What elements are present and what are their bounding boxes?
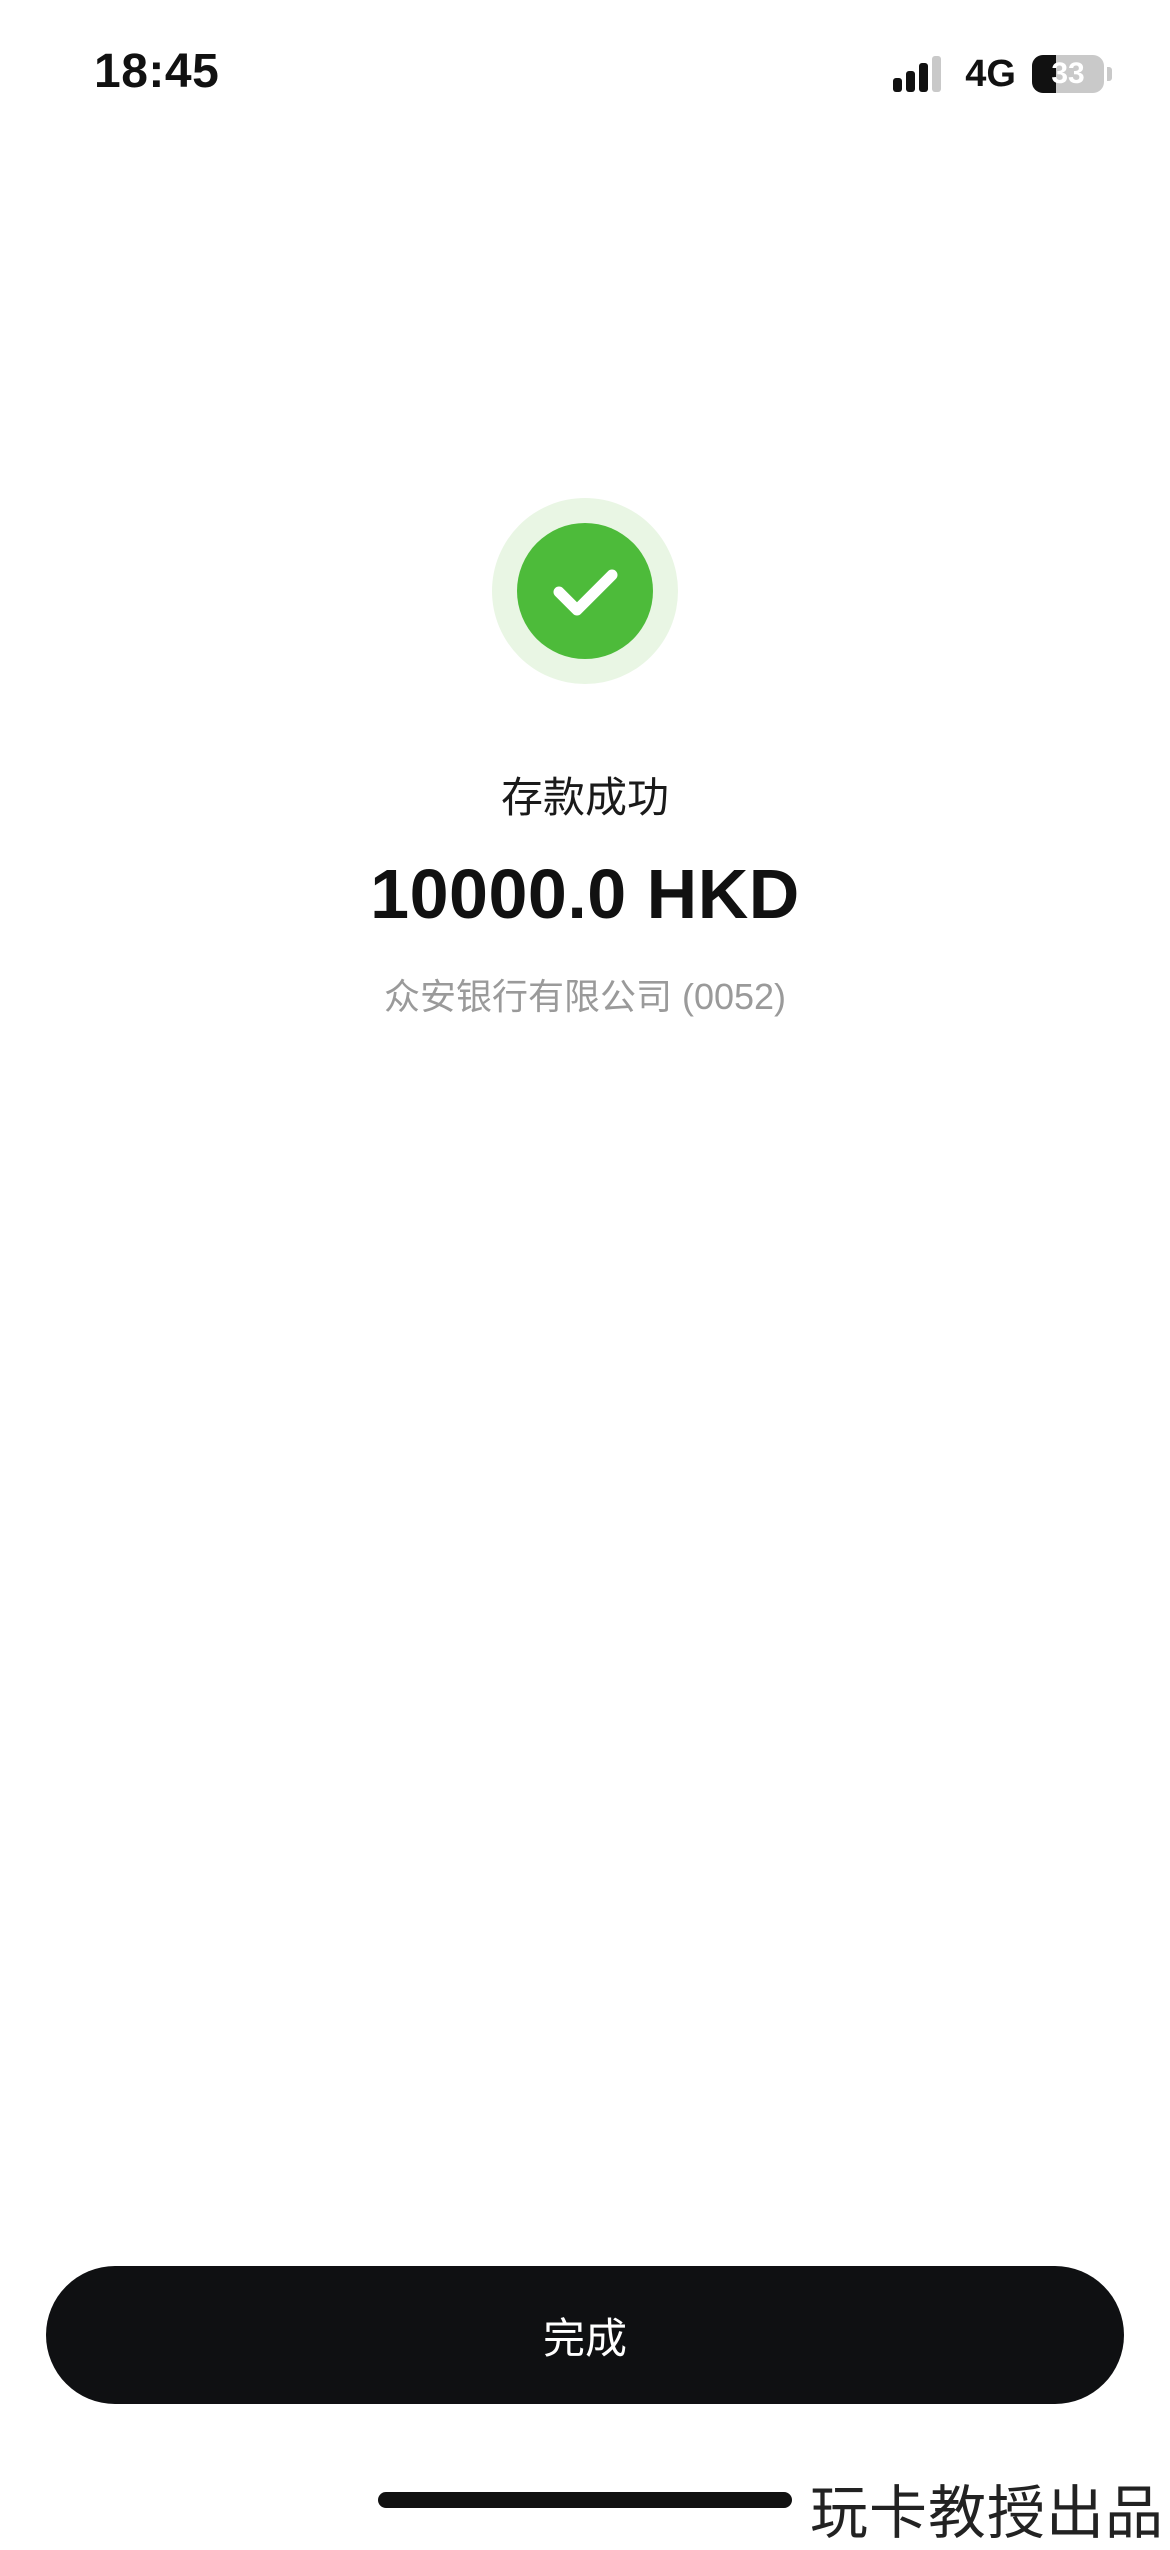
network-type: 4G xyxy=(965,52,1016,95)
battery-level: 33 xyxy=(1051,57,1085,90)
deposit-amount: 10000.0 HKD xyxy=(370,855,800,933)
signal-bars-icon xyxy=(893,56,942,92)
battery-icon: 33 xyxy=(1032,55,1104,93)
checkmark-circle-icon xyxy=(492,498,678,684)
battery-cap xyxy=(1107,67,1112,81)
result-title: 存款成功 xyxy=(500,774,669,821)
status-bar: 18:45 4G 33 xyxy=(0,0,1170,150)
status-time: 18:45 xyxy=(94,45,220,98)
bank-name: 众安银行有限公司 (0052) xyxy=(383,976,787,1017)
status-indicators: 4G 33 xyxy=(891,52,1112,96)
success-badge xyxy=(517,523,653,659)
done-button[interactable]: 完成 xyxy=(46,2266,1124,2404)
home-indicator[interactable] xyxy=(378,2492,792,2508)
checkmark-icon xyxy=(553,569,618,616)
watermark-text: 玩卡教授出品 xyxy=(809,2481,1164,2546)
